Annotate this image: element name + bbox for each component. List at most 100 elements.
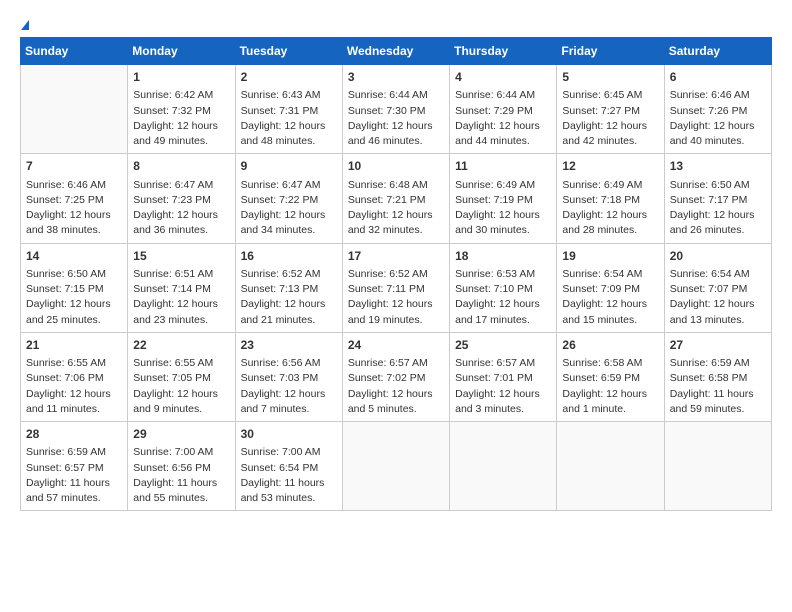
calendar-cell: 7Sunrise: 6:46 AMSunset: 7:25 PMDaylight… [21, 154, 128, 243]
sunset-text: Sunset: 7:06 PM [26, 371, 122, 386]
day-number: 2 [241, 69, 337, 86]
sunset-text: Sunset: 7:22 PM [241, 193, 337, 208]
day-number: 25 [455, 337, 551, 354]
daylight-text: Daylight: 12 hours and 7 minutes. [241, 387, 337, 417]
daylight-text: Daylight: 12 hours and 9 minutes. [133, 387, 229, 417]
sunset-text: Sunset: 7:27 PM [562, 104, 658, 119]
calendar-cell: 26Sunrise: 6:58 AMSunset: 6:59 PMDayligh… [557, 332, 664, 421]
daylight-text: Daylight: 11 hours and 53 minutes. [241, 476, 337, 506]
sunset-text: Sunset: 7:11 PM [348, 282, 444, 297]
sunrise-text: Sunrise: 6:52 AM [241, 267, 337, 282]
daylight-text: Daylight: 12 hours and 32 minutes. [348, 208, 444, 238]
sunset-text: Sunset: 6:56 PM [133, 461, 229, 476]
daylight-text: Daylight: 12 hours and 5 minutes. [348, 387, 444, 417]
calendar-cell: 22Sunrise: 6:55 AMSunset: 7:05 PMDayligh… [128, 332, 235, 421]
calendar-cell: 3Sunrise: 6:44 AMSunset: 7:30 PMDaylight… [342, 65, 449, 154]
daylight-text: Daylight: 12 hours and 1 minute. [562, 387, 658, 417]
sunset-text: Sunset: 7:26 PM [670, 104, 766, 119]
daylight-text: Daylight: 11 hours and 55 minutes. [133, 476, 229, 506]
calendar-cell: 30Sunrise: 7:00 AMSunset: 6:54 PMDayligh… [235, 422, 342, 511]
sunrise-text: Sunrise: 6:47 AM [241, 178, 337, 193]
calendar-cell: 29 Sunrise: 7:00 AMSunset: 6:56 PMDayligh… [128, 422, 235, 511]
daylight-text: Daylight: 12 hours and 46 minutes. [348, 119, 444, 149]
sunrise-text: Sunrise: 6:51 AM [133, 267, 229, 282]
daylight-text: Daylight: 11 hours and 59 minutes. [670, 387, 766, 417]
sunset-text: Sunset: 7:10 PM [455, 282, 551, 297]
day-number: 26 [562, 337, 658, 354]
sunrise-text: Sunrise: 6:59 AM [670, 356, 766, 371]
sunset-text: Sunset: 7:32 PM [133, 104, 229, 119]
daylight-text: Daylight: 12 hours and 30 minutes. [455, 208, 551, 238]
day-number: 20 [670, 248, 766, 265]
sunrise-text: Sunrise: 6:44 AM [455, 88, 551, 103]
sunset-text: Sunset: 7:23 PM [133, 193, 229, 208]
calendar-cell: 13Sunrise: 6:50 AMSunset: 7:17 PMDayligh… [664, 154, 771, 243]
day-number: 30 [241, 426, 337, 443]
daylight-text: Daylight: 12 hours and 44 minutes. [455, 119, 551, 149]
day-number: 22 [133, 337, 229, 354]
sunrise-text: Sunrise: 6:46 AM [670, 88, 766, 103]
day-number: 29 [133, 426, 229, 443]
day-number: 11 [455, 158, 551, 175]
calendar-cell: 1Sunrise: 6:42 AMSunset: 7:32 PMDaylight… [128, 65, 235, 154]
sunrise-text: Sunrise: 7:00 AM [241, 445, 337, 460]
calendar-cell: 28Sunrise: 6:59 AMSunset: 6:57 PMDayligh… [21, 422, 128, 511]
sunrise-text: Sunrise: 7:00 AM [133, 445, 229, 460]
day-number: 7 [26, 158, 122, 175]
sunrise-text: Sunrise: 6:55 AM [26, 356, 122, 371]
sunset-text: Sunset: 7:14 PM [133, 282, 229, 297]
column-header-wednesday: Wednesday [342, 38, 449, 65]
daylight-text: Daylight: 12 hours and 15 minutes. [562, 297, 658, 327]
calendar-cell [450, 422, 557, 511]
week-row-1: 1Sunrise: 6:42 AMSunset: 7:32 PMDaylight… [21, 65, 772, 154]
column-header-monday: Monday [128, 38, 235, 65]
column-header-saturday: Saturday [664, 38, 771, 65]
sunset-text: Sunset: 7:17 PM [670, 193, 766, 208]
daylight-text: Daylight: 12 hours and 40 minutes. [670, 119, 766, 149]
sunrise-text: Sunrise: 6:49 AM [455, 178, 551, 193]
week-row-4: 21Sunrise: 6:55 AMSunset: 7:06 PMDayligh… [21, 332, 772, 421]
sunset-text: Sunset: 7:02 PM [348, 371, 444, 386]
column-header-tuesday: Tuesday [235, 38, 342, 65]
sunrise-text: Sunrise: 6:47 AM [133, 178, 229, 193]
sunrise-text: Sunrise: 6:59 AM [26, 445, 122, 460]
calendar-cell: 24Sunrise: 6:57 AMSunset: 7:02 PMDayligh… [342, 332, 449, 421]
daylight-text: Daylight: 12 hours and 42 minutes. [562, 119, 658, 149]
calendar-cell: 11Sunrise: 6:49 AMSunset: 7:19 PMDayligh… [450, 154, 557, 243]
day-number: 23 [241, 337, 337, 354]
sunrise-text: Sunrise: 6:53 AM [455, 267, 551, 282]
sunset-text: Sunset: 6:57 PM [26, 461, 122, 476]
calendar-cell: 2Sunrise: 6:43 AMSunset: 7:31 PMDaylight… [235, 65, 342, 154]
sunrise-text: Sunrise: 6:48 AM [348, 178, 444, 193]
logo [20, 20, 29, 27]
calendar-cell [664, 422, 771, 511]
calendar-cell: 14Sunrise: 6:50 AMSunset: 7:15 PMDayligh… [21, 243, 128, 332]
sunrise-text: Sunrise: 6:55 AM [133, 356, 229, 371]
day-number: 15 [133, 248, 229, 265]
sunrise-text: Sunrise: 6:45 AM [562, 88, 658, 103]
daylight-text: Daylight: 12 hours and 21 minutes. [241, 297, 337, 327]
daylight-text: Daylight: 12 hours and 26 minutes. [670, 208, 766, 238]
sunrise-text: Sunrise: 6:52 AM [348, 267, 444, 282]
day-number: 19 [562, 248, 658, 265]
day-number: 28 [26, 426, 122, 443]
sunset-text: Sunset: 6:58 PM [670, 371, 766, 386]
sunset-text: Sunset: 7:18 PM [562, 193, 658, 208]
day-number: 6 [670, 69, 766, 86]
day-number: 17 [348, 248, 444, 265]
sunset-text: Sunset: 7:07 PM [670, 282, 766, 297]
daylight-text: Daylight: 12 hours and 36 minutes. [133, 208, 229, 238]
daylight-text: Daylight: 12 hours and 49 minutes. [133, 119, 229, 149]
sunset-text: Sunset: 7:21 PM [348, 193, 444, 208]
calendar-cell: 5Sunrise: 6:45 AMSunset: 7:27 PMDaylight… [557, 65, 664, 154]
day-number: 24 [348, 337, 444, 354]
calendar-cell: 17Sunrise: 6:52 AMSunset: 7:11 PMDayligh… [342, 243, 449, 332]
calendar-cell: 8Sunrise: 6:47 AMSunset: 7:23 PMDaylight… [128, 154, 235, 243]
column-header-thursday: Thursday [450, 38, 557, 65]
calendar-cell: 9Sunrise: 6:47 AMSunset: 7:22 PMDaylight… [235, 154, 342, 243]
calendar-cell: 23Sunrise: 6:56 AMSunset: 7:03 PMDayligh… [235, 332, 342, 421]
day-number: 21 [26, 337, 122, 354]
calendar-cell: 16Sunrise: 6:52 AMSunset: 7:13 PMDayligh… [235, 243, 342, 332]
calendar-cell: 21Sunrise: 6:55 AMSunset: 7:06 PMDayligh… [21, 332, 128, 421]
day-number: 9 [241, 158, 337, 175]
